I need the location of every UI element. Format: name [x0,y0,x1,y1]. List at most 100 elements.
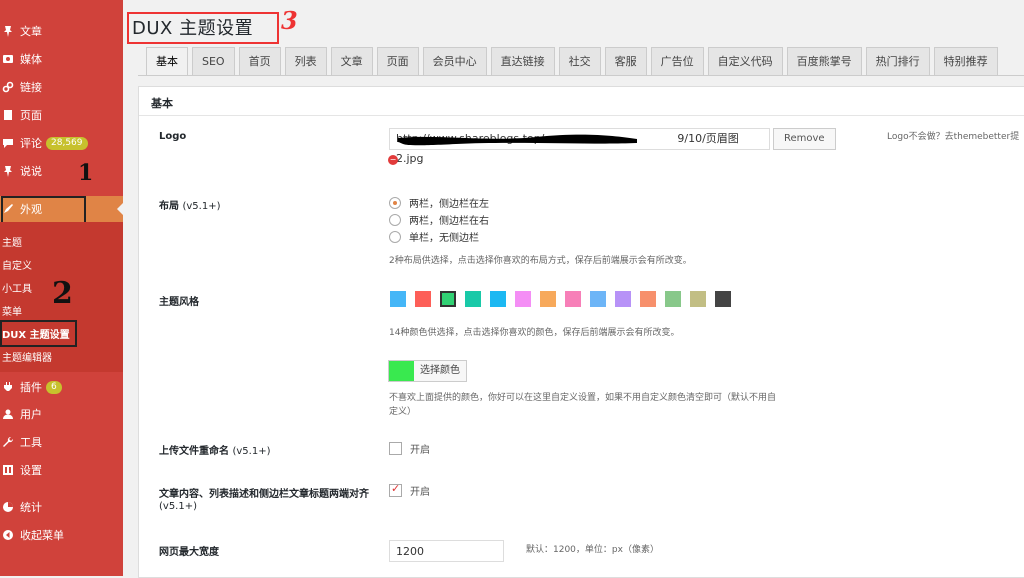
tab-hot-rank[interactable]: 热门排行 [865,47,930,75]
redaction-mark [398,134,637,146]
panel-header-title: 基本 [151,97,173,110]
admin-sidebar: 文章 媒体 链接 页面 评论 28,569 说说 外观 主题 自定义 小工具 菜… [0,0,123,576]
plugin-count-badge: 6 [46,380,62,394]
maxwidth-desc: 默认：1200，单位：px（像素） [526,545,659,555]
submenu-item-theme-editor[interactable]: 主题编辑器 [2,349,52,364]
sidebar-item-label: 链接 [20,81,42,94]
comment-icon [2,137,14,149]
sidebar-item-plugins[interactable]: 插件 6 [0,374,123,400]
sidebar-item-settings[interactable]: 设置 [0,457,123,483]
user-icon [2,408,14,420]
color-swatch[interactable] [465,291,481,307]
tab-featured[interactable]: 特别推荐 [933,47,998,75]
annotation-box [127,12,279,44]
sidebar-item-stats[interactable]: 统计 [0,494,123,520]
color-swatch[interactable] [390,291,406,307]
sidebar-item-label: 用户 [20,408,42,421]
justify-toggle[interactable]: 开启 [389,482,430,498]
justify-version: (v5.1+) [159,501,198,512]
layout-label: 布局 (v5.1+) [159,201,221,212]
sidebar-item-label: 页面 [20,109,42,122]
custom-color-desc-2: 定义） [389,407,417,417]
custom-color-preview [389,361,414,381]
color-swatch[interactable] [590,291,606,307]
annotation-number-2: 2 [52,276,73,311]
sidebar-item-label: 统计 [20,501,42,514]
submenu-item-menus[interactable]: 菜单 [2,303,22,318]
annotation-number-3: 3 [281,6,298,35]
sidebar-item-label: 收起菜单 [20,529,64,542]
sidebar-item-links[interactable]: 链接 [0,74,123,100]
tab-direct-link[interactable]: 直达链接 [490,47,555,75]
sidebar-item-label: 插件 [20,381,42,394]
color-swatch[interactable] [715,291,731,307]
maxwidth-label: 网页最大宽度 [159,547,219,558]
sidebar-item-posts[interactable]: 文章 [0,18,123,44]
custom-color-desc: 不喜欢上面提供的颜色，你好可以在这里自定义设置，如果不用自定义颜色清空即可（默认… [389,393,777,403]
submenu-item-customize[interactable]: 自定义 [2,257,32,272]
layout-option-right[interactable]: 两栏，侧边栏在右 [389,212,489,227]
settings-panel: 基本 Logo http://www.shareblogs.top/9/10/页… [138,86,1024,578]
justify-label: 文章内容、列表描述和侧边栏文章标题两端对齐 [159,489,369,500]
sidebar-item-label: 评论 [20,137,42,150]
tabs-divider [138,75,1024,76]
tab-list[interactable]: 列表 [284,47,327,75]
color-swatch[interactable] [515,291,531,307]
checkbox[interactable] [389,482,402,497]
logo-hint: Logo不会做？去themebetter提 [887,132,1020,142]
color-swatch[interactable] [615,291,631,307]
tab-seo[interactable]: SEO [192,47,235,75]
annotation-box [0,320,77,347]
sidebar-item-shuoshuo[interactable]: 说说 [0,158,123,184]
color-swatch[interactable] [540,291,556,307]
maxwidth-input[interactable] [389,540,504,562]
tab-ads[interactable]: 广告位 [650,47,704,75]
color-swatch[interactable] [415,291,431,307]
tab-page[interactable]: 页面 [376,47,419,75]
sidebar-item-users[interactable]: 用户 [0,401,123,427]
plugin-icon [2,381,14,393]
panel-header: 基本 [139,87,1024,116]
annotation-box [1,196,86,225]
color-picker-button[interactable]: 选择颜色 [388,360,467,382]
color-swatch[interactable] [690,291,706,307]
rename-toggle[interactable]: 开启 [389,441,430,456]
tab-social[interactable]: 社交 [558,47,601,75]
style-desc: 14种颜色供选择，点击选择你喜欢的颜色，保存后前端展示会有所改变。 [389,328,680,338]
tab-service[interactable]: 客服 [604,47,647,75]
tab-baidu[interactable]: 百度熊掌号 [786,47,862,75]
color-swatch[interactable] [565,291,581,307]
submenu-item-widgets[interactable]: 小工具 [2,280,32,295]
wrench-icon [2,436,14,448]
sidebar-item-pages[interactable]: 页面 [0,102,123,128]
color-swatch[interactable] [490,291,506,307]
submenu-item-themes[interactable]: 主题 [2,234,22,249]
checkbox[interactable] [389,442,402,455]
logo-remove-button[interactable]: Remove [773,128,836,150]
layout-desc: 2种布局供选择，点击选择你喜欢的布局方式，保存后前端展示会有所改变。 [389,256,692,266]
sidebar-item-label: 工具 [20,436,42,449]
tab-home[interactable]: 首页 [238,47,281,75]
pin-icon [2,165,14,177]
sidebar-item-comments[interactable]: 评论 28,569 [0,130,123,156]
layout-option-single[interactable]: 单栏，无侧边栏 [389,229,479,244]
sidebar-item-tools[interactable]: 工具 [0,429,123,455]
color-swatch[interactable] [640,291,656,307]
collapse-icon [2,529,14,541]
sidebar-item-media[interactable]: 媒体 [0,46,123,72]
sidebar-collapse-menu[interactable]: 收起菜单 [0,522,123,548]
tab-member[interactable]: 会员中心 [422,47,487,75]
radio-button[interactable] [389,196,401,209]
tab-post[interactable]: 文章 [330,47,373,75]
tab-basic[interactable]: 基本 [146,47,188,76]
layout-option-left[interactable]: 两栏，侧边栏在左 [389,195,489,210]
sidebar-item-label: 说说 [20,165,42,178]
sidebar-item-label: 文章 [20,25,42,38]
radio-button[interactable] [389,230,401,243]
color-swatch[interactable] [440,291,456,307]
page-icon [2,109,14,121]
remove-icon[interactable]: − [388,155,398,165]
radio-button[interactable] [389,213,401,226]
tab-custom-code[interactable]: 自定义代码 [707,47,783,75]
color-swatch[interactable] [665,291,681,307]
